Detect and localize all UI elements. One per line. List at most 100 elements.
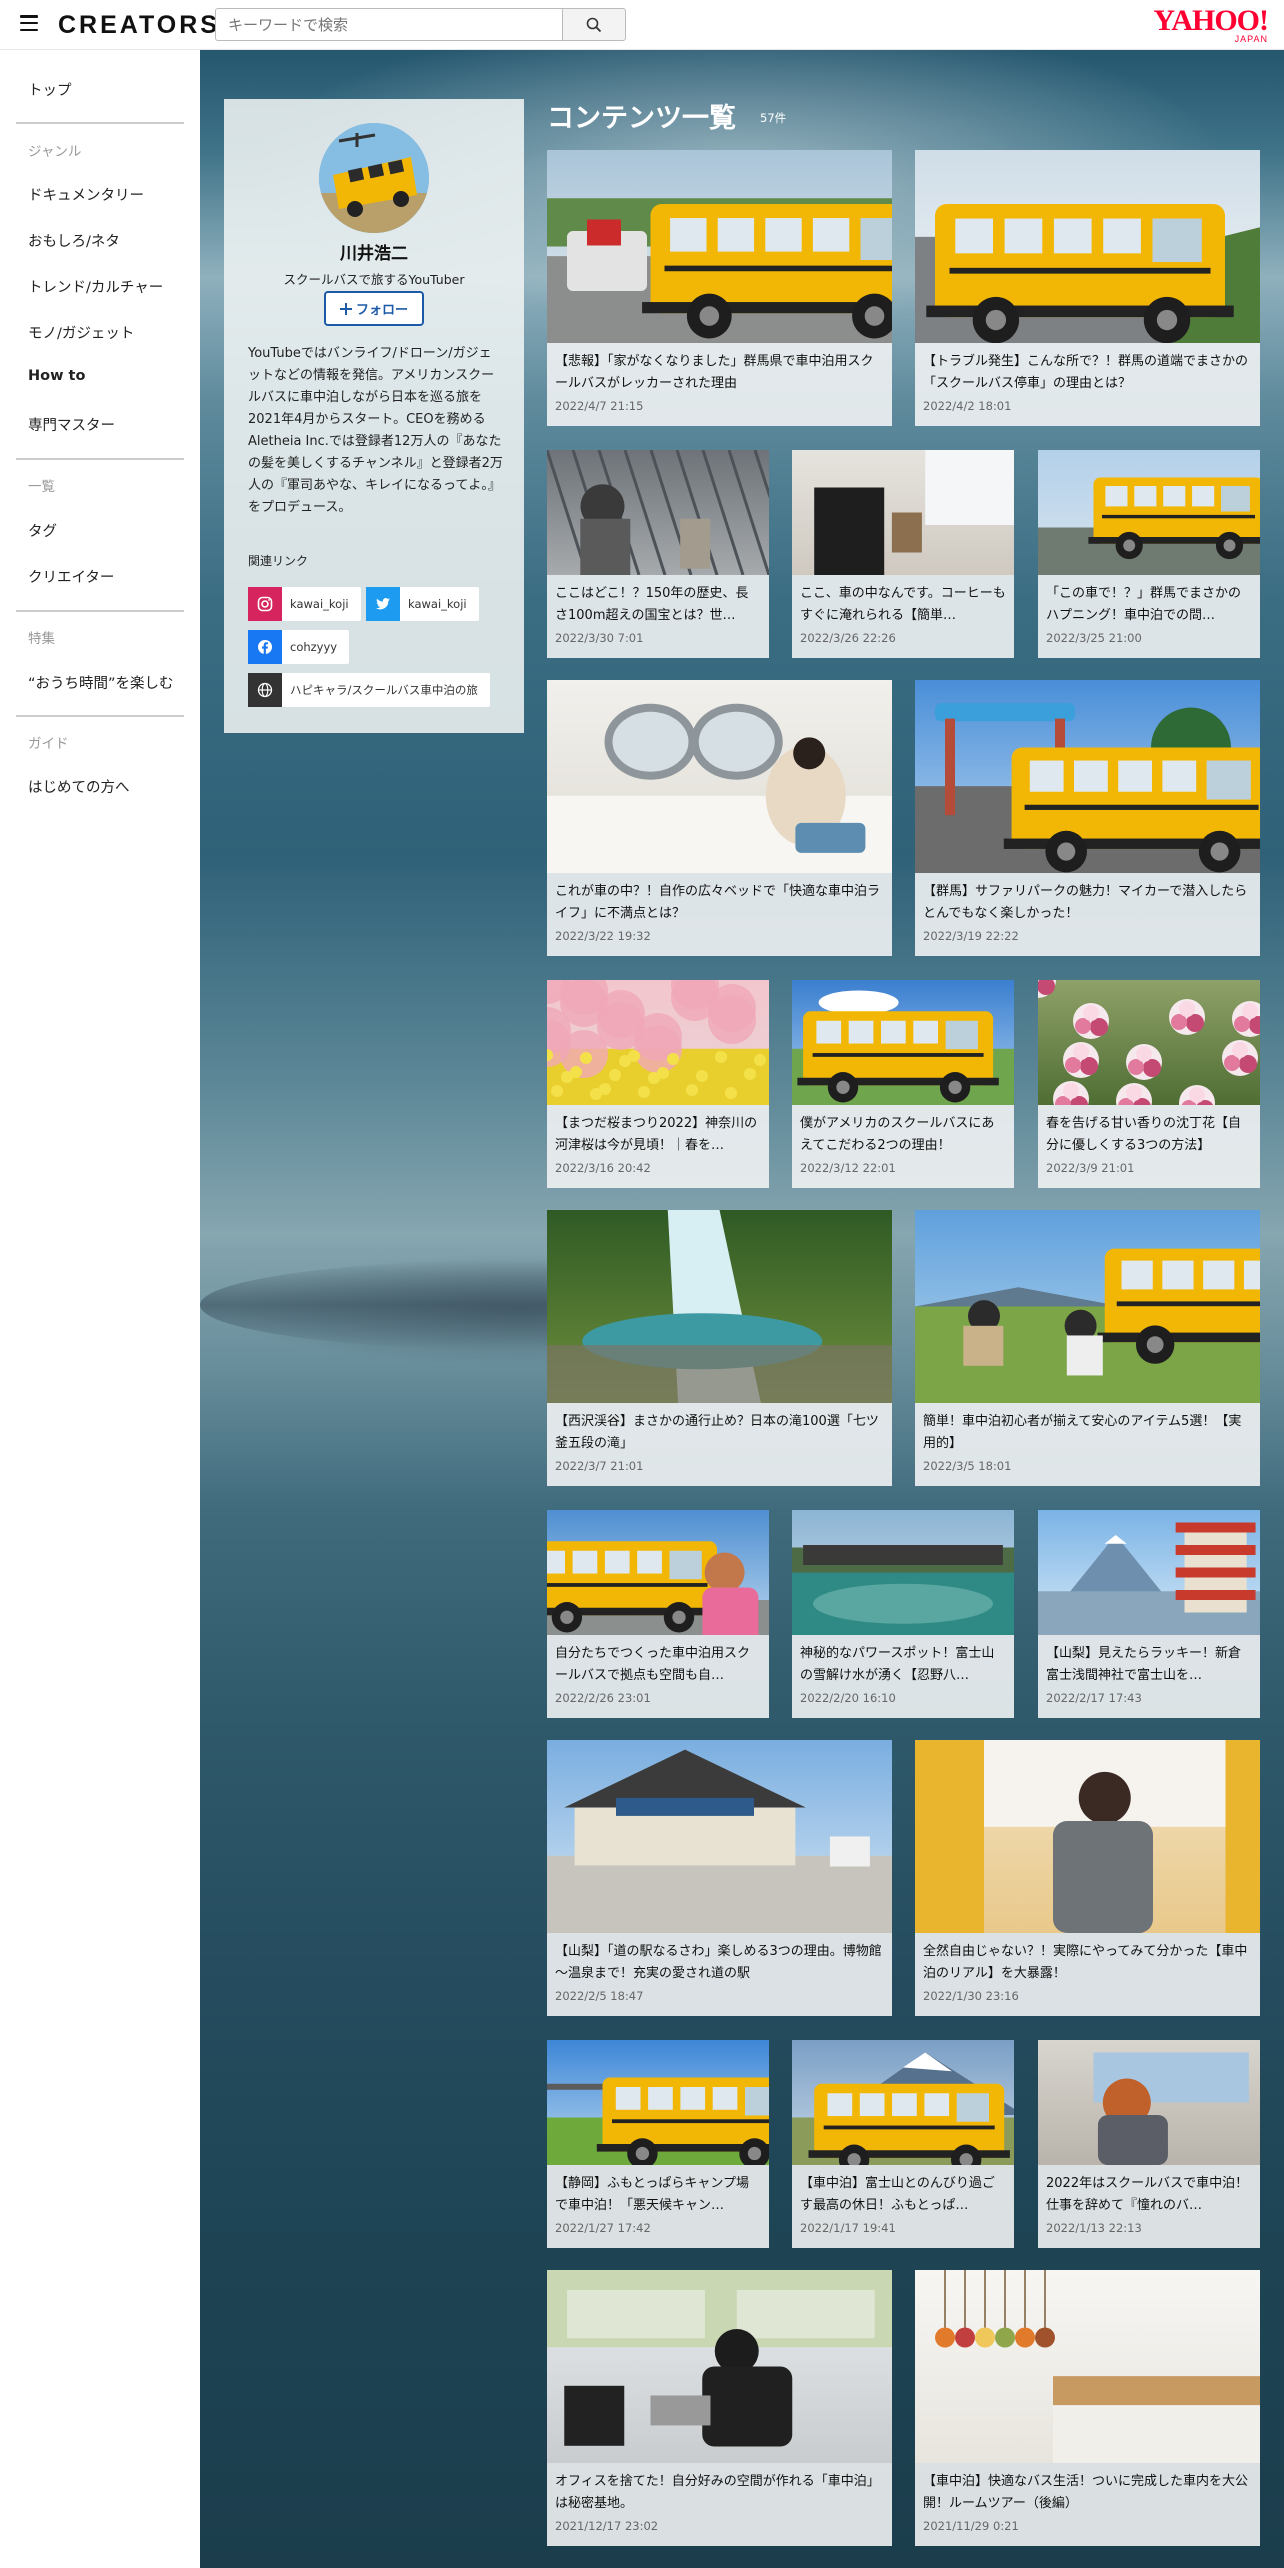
content-thumbnail[interactable] — [1038, 1510, 1260, 1635]
content-card-title[interactable]: 【車中泊】快適なバス生活！ついに完成した車内を大公開！ルームツアー（後編） — [923, 2471, 1252, 2515]
content-card-date: 2022/2/17 17:43 — [1046, 1691, 1142, 1705]
content-card[interactable]: 【悲報】「家がなくなりました」群馬県で車中泊用スクールバスがレッカーされた理由 2… — [547, 150, 892, 426]
sidebar-item-creators[interactable]: クリエイター — [28, 566, 114, 587]
content-card-title[interactable]: オフィスを捨てた！自分好みの空間が作れる「車中泊」は秘密基地。 — [555, 2471, 884, 2515]
content-card-title[interactable]: 神秘的なパワースポット！富士山の雪解け水が湧く【忍野八… — [800, 1643, 1006, 1687]
sidebar-item-top[interactable]: トップ — [28, 79, 72, 100]
content-thumbnail[interactable] — [1038, 2040, 1260, 2165]
search-input[interactable] — [215, 8, 563, 41]
sidebar-item-master[interactable]: 専門マスター — [28, 414, 115, 435]
sidebar-item-beginners[interactable]: はじめての方へ — [28, 776, 130, 797]
content-thumbnail[interactable] — [915, 1210, 1260, 1403]
content-card[interactable]: 僕がアメリカのスクールバスにあえてこだわる2つの理由！ 2022/3/12 22:… — [792, 980, 1014, 1188]
divider — [16, 610, 184, 612]
content-list-title: コンテンツ一覧 — [547, 103, 736, 134]
content-card-title[interactable]: 【静岡】ふもとっぱらキャンプ場で車中泊！「悪天候キャン… — [555, 2173, 761, 2217]
content-card[interactable]: 【車中泊】快適なバス生活！ついに完成した車内を大公開！ルームツアー（後編） 202… — [915, 2270, 1260, 2546]
related-link-label: cohzyyy — [290, 640, 338, 654]
content-card[interactable]: 【トラブル発生】こんな所で？！群馬の道端でまさかの「スクールバス停車」の理由とは… — [915, 150, 1260, 426]
content-thumbnail[interactable] — [547, 450, 769, 575]
content-card[interactable]: 神秘的なパワースポット！富士山の雪解け水が湧く【忍野八… 2022/2/20 16… — [792, 1510, 1014, 1718]
sidebar-item-funny[interactable]: おもしろ/ネタ — [28, 230, 120, 251]
content-card-title[interactable]: ここはどこ！？150年の歴史、長さ100m超えの国宝とは？世… — [555, 583, 761, 627]
content-card-date: 2021/12/17 23:02 — [555, 2519, 659, 2533]
content-card-title[interactable]: 僕がアメリカのスクールバスにあえてこだわる2つの理由！ — [800, 1113, 1006, 1157]
yahoo-japan-logo[interactable]: YAHOO! JAPAN — [1153, 6, 1269, 45]
content-thumbnail[interactable] — [1038, 980, 1260, 1105]
content-card[interactable]: 【西沢渓谷】まさかの通行止め？日本の滝100選「七ツ釜五段の滝」 2022/3/7… — [547, 1210, 892, 1486]
content-card-title[interactable]: 【車中泊】富士山とのんびり過ごす最高の休日！ふもとっぱ… — [800, 2173, 1006, 2217]
content-thumbnail[interactable] — [547, 2040, 769, 2165]
related-link-instagram[interactable]: kawai_koji — [248, 587, 361, 621]
related-link-facebook[interactable]: cohzyyy — [248, 630, 350, 664]
sidebar-item-howto[interactable]: How to — [28, 368, 85, 384]
related-link-website[interactable]: ハピキャラ/スクールバス車中泊の旅 — [248, 673, 490, 707]
sidebar-item-tags[interactable]: タグ — [28, 520, 57, 541]
content-thumbnail[interactable] — [915, 1740, 1260, 1933]
content-card[interactable]: 全然自由じゃない？！実際にやってみて分かった【車中泊のリアル】を大暴露！ 2022… — [915, 1740, 1260, 2016]
content-card-title[interactable]: 2022年はスクールバスで車中泊！仕事を辞めて『憧れのバ… — [1046, 2173, 1252, 2217]
content-thumbnail[interactable] — [547, 680, 892, 873]
content-card-title[interactable]: 簡単！車中泊初心者が揃えて安心のアイテム5選！【実用的】 — [923, 1411, 1252, 1455]
content-card[interactable]: 【群馬】サファリパークの魅力！マイカーで潜入したらとんでもなく楽しかった！ 202… — [915, 680, 1260, 956]
content-card[interactable]: 【車中泊】富士山とのんびり過ごす最高の休日！ふもとっぱ… 2022/1/17 19… — [792, 2040, 1014, 2248]
content-card[interactable]: 「この車で！？」群馬でまさかのハプニング！車中泊での問… 2022/3/25 21… — [1038, 450, 1260, 658]
sidebar-heading-genre: ジャンル — [28, 144, 82, 160]
content-card[interactable]: 【まつだ桜まつり2022】神奈川の河津桜は今が見頃！｜春を… 2022/3/16 … — [547, 980, 769, 1188]
content-thumbnail[interactable] — [547, 2270, 892, 2463]
creator-description: YouTubeではバンライフ/ドローン/ガジェットなどの情報を発信。アメリカンス… — [248, 346, 503, 515]
content-card-title[interactable]: 【まつだ桜まつり2022】神奈川の河津桜は今が見頃！｜春を… — [555, 1113, 761, 1157]
content-card[interactable]: オフィスを捨てた！自分好みの空間が作れる「車中泊」は秘密基地。 2021/12/1… — [547, 2270, 892, 2546]
content-card-title[interactable]: 「この車で！？」群馬でまさかのハプニング！車中泊での問… — [1046, 583, 1252, 627]
content-thumbnail[interactable] — [792, 1510, 1014, 1635]
content-card[interactable]: ここはどこ！？150年の歴史、長さ100m超えの国宝とは？世… 2022/3/30… — [547, 450, 769, 658]
content-thumbnail[interactable] — [547, 150, 892, 343]
content-card-title[interactable]: 【西沢渓谷】まさかの通行止め？日本の滝100選「七ツ釜五段の滝」 — [555, 1411, 884, 1455]
content-card-title[interactable]: 【山梨】「道の駅なるさわ」楽しめる3つの理由。博物館～温泉まで！充実の愛され道の… — [555, 1941, 884, 1985]
content-card[interactable]: 【山梨】見えたらラッキー！新倉富士浅間神社で富士山を… 2022/2/17 17:… — [1038, 1510, 1260, 1718]
content-thumbnail[interactable] — [915, 680, 1260, 873]
creators-logo[interactable]: CREATORS — [58, 11, 220, 40]
sidebar-item-home-time[interactable]: “おうち時間”を楽しむ — [28, 672, 174, 693]
content-thumbnail[interactable] — [547, 980, 769, 1105]
content-card-date: 2022/2/5 18:47 — [555, 1989, 644, 2003]
content-card[interactable]: 春を告げる甘い香りの沈丁花【自分に優しくする3つの方法】 2022/3/9 21:… — [1038, 980, 1260, 1188]
content-card[interactable]: ここ、車の中なんです。コーヒーもすぐに淹れられる【簡単… 2022/3/26 22… — [792, 450, 1014, 658]
sidebar-item-gadget[interactable]: モノ/ガジェット — [28, 322, 134, 343]
sidebar-item-trend[interactable]: トレンド/カルチャー — [28, 276, 163, 297]
content-card[interactable]: 2022年はスクールバスで車中泊！仕事を辞めて『憧れのバ… 2022/1/13 2… — [1038, 2040, 1260, 2248]
related-links-label: 関連リンク — [248, 554, 309, 568]
related-link-twitter[interactable]: kawai_koji — [366, 587, 479, 621]
top-header: CREATORS YAHOO! JAPAN — [0, 0, 1284, 50]
content-card-title[interactable]: 自分たちでつくった車中泊用スクールバスで拠点も空間も自… — [555, 1643, 761, 1687]
content-card[interactable]: 自分たちでつくった車中泊用スクールバスで拠点も空間も自… 2022/2/26 23… — [547, 1510, 769, 1718]
content-thumbnail[interactable] — [547, 1740, 892, 1933]
content-card-title[interactable]: 【群馬】サファリパークの魅力！マイカーで潜入したらとんでもなく楽しかった！ — [923, 881, 1252, 925]
content-card[interactable]: 【静岡】ふもとっぱらキャンプ場で車中泊！「悪天候キャン… 2022/1/27 17… — [547, 2040, 769, 2248]
related-link-label: kawai_koji — [408, 597, 467, 611]
content-card-title[interactable]: これが車の中？！自作の広々ベッドで「快適な車中泊ライフ」に不満点とは？ — [555, 881, 884, 925]
follow-button[interactable]: フォロー — [324, 291, 424, 326]
content-thumbnail[interactable] — [915, 150, 1260, 343]
content-card[interactable]: 簡単！車中泊初心者が揃えて安心のアイテム5選！【実用的】 2022/3/5 18:… — [915, 1210, 1260, 1486]
sidebar-item-documentary[interactable]: ドキュメンタリー — [28, 184, 144, 205]
content-thumbnail[interactable] — [792, 450, 1014, 575]
content-thumbnail[interactable] — [792, 980, 1014, 1105]
content-thumbnail[interactable] — [792, 2040, 1014, 2165]
content-thumbnail[interactable] — [547, 1210, 892, 1403]
hamburger-menu-icon[interactable] — [20, 15, 38, 32]
content-card-title[interactable]: 【トラブル発生】こんな所で？！群馬の道端でまさかの「スクールバス停車」の理由とは… — [923, 351, 1252, 395]
content-card-title[interactable]: 全然自由じゃない？！実際にやってみて分かった【車中泊のリアル】を大暴露！ — [923, 1941, 1252, 1985]
content-thumbnail[interactable] — [1038, 450, 1260, 575]
content-card[interactable]: 【山梨】「道の駅なるさわ」楽しめる3つの理由。博物館～温泉まで！充実の愛され道の… — [547, 1740, 892, 2016]
content-card-title[interactable]: 【悲報】「家がなくなりました」群馬県で車中泊用スクールバスがレッカーされた理由 — [555, 351, 884, 395]
creator-avatar[interactable] — [319, 123, 429, 233]
content-card-title[interactable]: 【山梨】見えたらラッキー！新倉富士浅間神社で富士山を… — [1046, 1643, 1252, 1687]
content-card-title[interactable]: ここ、車の中なんです。コーヒーもすぐに淹れられる【簡単… — [800, 583, 1006, 627]
content-card-title[interactable]: 春を告げる甘い香りの沈丁花【自分に優しくする3つの方法】 — [1046, 1113, 1252, 1157]
content-card[interactable]: これが車の中？！自作の広々ベッドで「快適な車中泊ライフ」に不満点とは？ 2022/… — [547, 680, 892, 956]
content-card-date: 2022/2/26 23:01 — [555, 1691, 651, 1705]
search-button[interactable] — [562, 8, 626, 41]
content-thumbnail[interactable] — [915, 2270, 1260, 2463]
content-thumbnail[interactable] — [547, 1510, 769, 1635]
